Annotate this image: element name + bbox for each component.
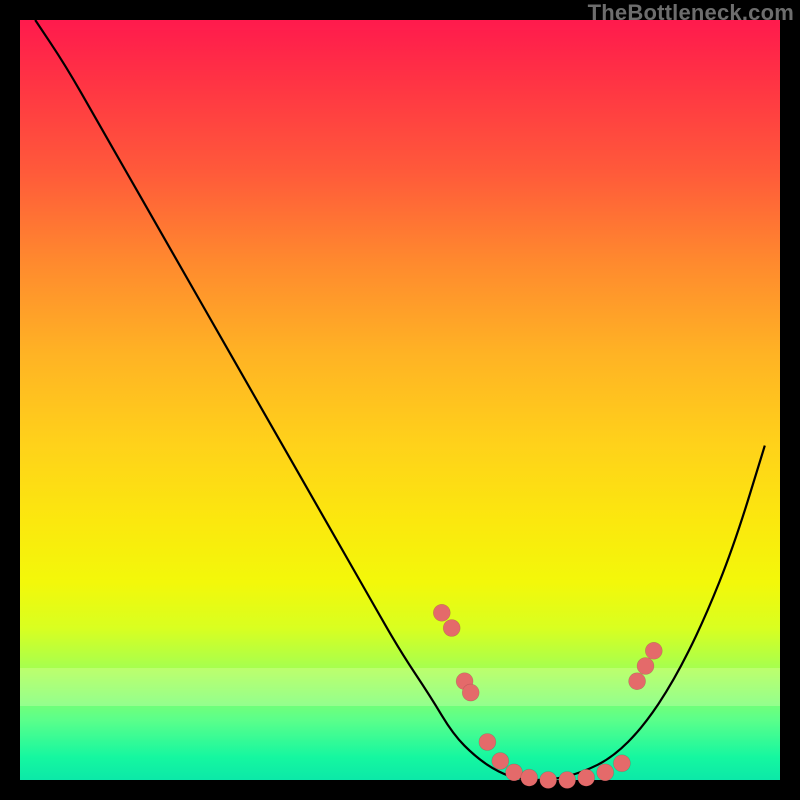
data-point <box>637 658 654 675</box>
data-point <box>629 673 646 690</box>
data-point <box>521 769 538 786</box>
data-point <box>462 684 479 701</box>
data-point <box>578 769 595 786</box>
data-point <box>597 764 614 781</box>
chart-frame: TheBottleneck.com <box>0 0 800 800</box>
chart-svg <box>20 20 780 780</box>
plot-area <box>20 20 780 780</box>
bottleneck-curve <box>35 20 765 780</box>
data-point <box>443 620 460 637</box>
data-point <box>613 755 630 772</box>
scatter-points <box>433 604 662 788</box>
data-point <box>492 753 509 770</box>
data-point <box>506 764 523 781</box>
data-point <box>479 734 496 751</box>
data-point <box>540 772 557 789</box>
data-point <box>559 772 576 789</box>
data-point <box>645 642 662 659</box>
data-point <box>433 604 450 621</box>
watermark-label: TheBottleneck.com <box>588 0 794 26</box>
